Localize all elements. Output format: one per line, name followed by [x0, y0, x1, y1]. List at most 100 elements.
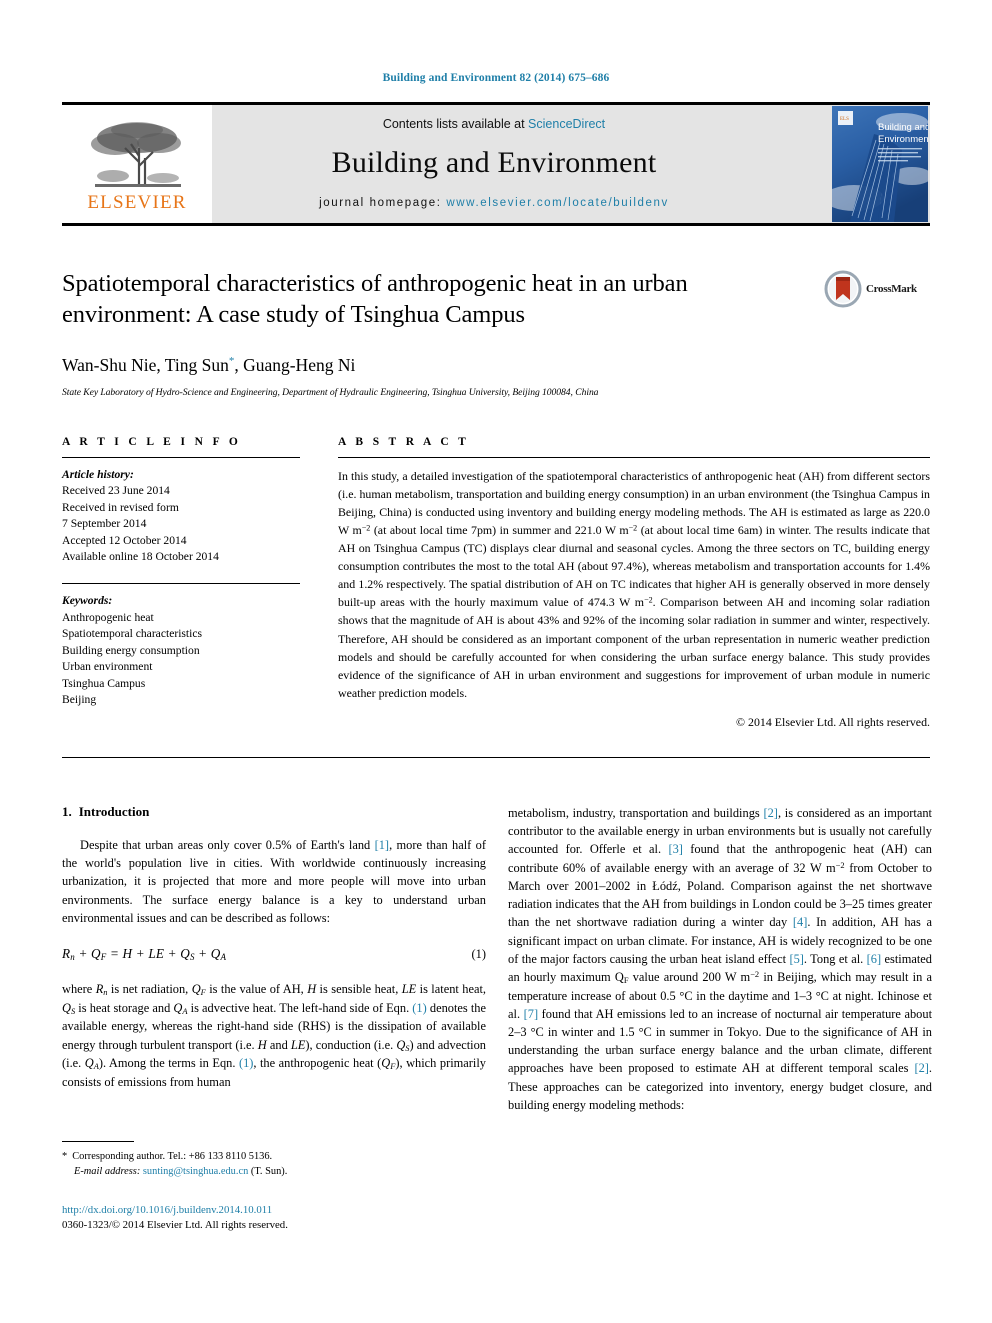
citation-ref-6[interactable]: [6] — [867, 952, 881, 966]
footnote-area: * Corresponding author. Tel.: +86 133 811… — [62, 1140, 486, 1234]
footnote-divider — [62, 1140, 134, 1142]
citation-ref-2a[interactable]: [2] — [763, 806, 777, 820]
body-column-left: 1. Introduction Despite that urban areas … — [62, 804, 486, 1234]
rc-h: value around 200 W m — [628, 970, 751, 985]
section-title: Introduction — [78, 803, 150, 819]
section-divider — [62, 756, 930, 758]
keywords-group: Keywords: Anthropogenic heat Spatiotempo… — [62, 593, 300, 708]
keyword-item: Building energy consumption — [62, 643, 200, 657]
footnote-corresponding-text: Corresponding author. Tel.: +86 133 8110… — [72, 1150, 273, 1162]
article-history-label: Article history: — [62, 467, 134, 481]
elsevier-tree-icon — [91, 122, 181, 187]
article-info-heading: A R T I C L E I N F O — [62, 435, 242, 448]
affiliation: State Key Laboratory of Hydro-Science an… — [62, 386, 599, 398]
citation-ref-7[interactable]: [7] — [524, 1007, 538, 1021]
journal-homepage-line: journal homepage: www.elsevier.com/locat… — [319, 197, 669, 209]
abstract-part-2: (at about local time 7pm) in summer and … — [370, 523, 629, 537]
keyword-item: Anthropogenic heat — [62, 610, 154, 624]
crossmark-badge[interactable]: CrossMark — [824, 268, 930, 310]
footnote-corresponding-author: * Corresponding author. Tel.: +86 133 811… — [62, 1149, 486, 1179]
homepage-url-link[interactable]: www.elsevier.com/locate/buildenv — [446, 197, 669, 209]
authors-suffix: , Guang-Heng Ni — [234, 354, 356, 375]
elsevier-logo: ELSEVIER — [62, 105, 212, 223]
article-info-rule — [62, 456, 300, 458]
history-item: Available online 18 October 2014 — [62, 549, 219, 563]
intro-p1-a: Despite that urban areas only cover 0.5%… — [80, 837, 375, 852]
rc-sup-a: −2 — [835, 859, 845, 870]
abstract-rule — [338, 456, 930, 458]
citation-ref-4[interactable]: [4] — [793, 915, 807, 929]
rc-f: . Tong et al. — [803, 951, 867, 966]
keyword-item: Beijing — [62, 693, 97, 707]
authors-prefix: Wan-Shu Nie, Ting Sun — [62, 354, 229, 375]
section-number: 1. — [62, 803, 72, 819]
author-list: Wan-Shu Nie, Ting Sun*, Guang-Heng Ni — [62, 355, 930, 376]
citation-eqn-1b[interactable]: (1) — [239, 1056, 253, 1070]
crossmark-label: CrossMark — [866, 283, 917, 295]
issn-copyright-line: 0360-1323/© 2014 Elsevier Ltd. All right… — [62, 1219, 288, 1232]
intro-paragraph-1: Despite that urban areas only cover 0.5%… — [62, 836, 486, 927]
history-item: Accepted 12 October 2014 — [62, 533, 187, 547]
article-info-column: A R T I C L E I N F O Article history: R… — [62, 436, 300, 730]
rc-a: metabolism, industry, transportation and… — [508, 805, 764, 820]
keyword-item: Spatiotemporal characteristics — [62, 627, 203, 641]
keywords-label: Keywords: — [62, 594, 113, 608]
sciencedirect-link[interactable]: ScienceDirect — [528, 117, 605, 131]
footer-block: http://dx.doi.org/10.1016/j.buildenv.201… — [62, 1203, 486, 1234]
email-suffix: (T. Sun). — [248, 1165, 288, 1177]
info-abstract-section: A R T I C L E I N F O Article history: R… — [62, 436, 930, 730]
history-item: Received in revised form — [62, 500, 179, 514]
journal-title: Building and Environment — [331, 146, 657, 179]
right-column-paragraph: metabolism, industry, transportation and… — [508, 804, 932, 1114]
contents-available-line: Contents lists available at ScienceDirec… — [383, 117, 605, 131]
citation-ref-1[interactable]: [1] — [375, 838, 389, 852]
article-history-group: Article history: Received 23 June 2014 R… — [62, 467, 300, 566]
rc-j: found that AH emissions led to an increa… — [508, 1006, 933, 1076]
equation-1-row: Rn + QF = H + LE + QS + QA (1) — [62, 946, 486, 962]
abstract-heading: A B S T R A C T — [338, 435, 470, 448]
abstract-part-4: . Comparison between AH and incoming sol… — [338, 595, 930, 700]
footnote-email-line: E-mail address: sunting@tsinghua.edu.cn … — [62, 1164, 486, 1179]
masthead-center: Contents lists available at ScienceDirec… — [212, 105, 776, 223]
cover-title-line2: Environment — [878, 134, 928, 145]
citation-ref-5[interactable]: [5] — [789, 952, 803, 966]
running-head: Building and Environment 82 (2014) 675–6… — [382, 72, 610, 84]
abstract-column: A B S T R A C T In this study, a detaile… — [338, 436, 930, 730]
svg-text:ELS: ELS — [840, 117, 849, 122]
intro-paragraph-2: where Rn is net radiation, QF is the val… — [62, 982, 487, 1089]
footnote-star: * — [62, 1150, 68, 1162]
email-link[interactable]: sunting@tsinghua.edu.cn — [143, 1166, 248, 1177]
page-title: Spatiotemporal characteristics of anthro… — [62, 270, 688, 329]
abstract-body: In this study, a detailed investigation … — [338, 467, 930, 702]
paper-page: Building and Environment 82 (2014) 675–6… — [0, 0, 992, 1323]
abstract-sup-2: −2 — [628, 523, 638, 533]
keywords-rule — [62, 583, 300, 585]
citation-ref-3[interactable]: [3] — [668, 842, 682, 856]
contents-prefix: Contents lists available at — [382, 117, 529, 131]
abstract-copyright: © 2014 Elsevier Ltd. All rights reserved… — [736, 714, 930, 729]
journal-cover-container: ELS Building and Environment — [776, 105, 930, 223]
rc-sup-b: −2 — [750, 969, 760, 980]
body-columns: 1. Introduction Despite that urban areas … — [62, 804, 932, 1234]
journal-cover-thumbnail: ELS Building and Environment — [832, 106, 928, 222]
citation-eqn-1a[interactable]: (1) — [412, 1001, 426, 1015]
section-heading-introduction: 1. Introduction — [62, 804, 486, 820]
title-block: CrossMark Spatiotemporal characteristics… — [62, 268, 930, 398]
journal-masthead: ELSEVIER Contents lists available at Sci… — [62, 102, 930, 226]
cover-title-line1: Building and — [878, 122, 928, 133]
abstract-sup-3: −2 — [644, 595, 653, 605]
email-label: E-mail address: — [74, 1165, 141, 1177]
elsevier-wordmark: ELSEVIER — [87, 192, 187, 213]
history-item: 7 September 2014 — [62, 517, 147, 531]
keyword-item: Tsinghua Campus — [62, 676, 146, 690]
keyword-item: Urban environment — [62, 660, 153, 674]
equation-1: Rn + QF = H + LE + QS + QA — [62, 946, 227, 963]
equation-1-number: (1) — [471, 947, 486, 962]
body-column-right: metabolism, industry, transportation and… — [508, 804, 932, 1234]
homepage-label: journal homepage: — [319, 197, 442, 209]
doi-link[interactable]: http://dx.doi.org/10.1016/j.buildenv.201… — [62, 1203, 486, 1219]
citation-ref-2b[interactable]: [2] — [914, 1061, 928, 1075]
history-item: Received 23 June 2014 — [62, 484, 170, 498]
crossmark-icon — [824, 270, 862, 308]
